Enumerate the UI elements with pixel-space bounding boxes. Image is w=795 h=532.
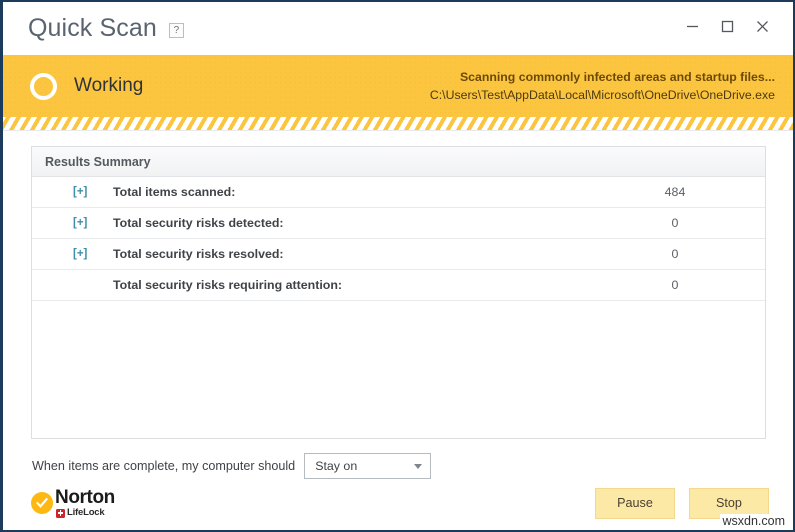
checkmark-icon [31,492,53,514]
row-label: Total security risks requiring attention… [113,278,343,292]
table-row[interactable]: [+] Total security risks resolved: 0 [32,239,765,270]
title-group: Quick Scan ? [3,16,184,41]
row-label: Total security risks detected: [113,216,284,230]
minimize-icon [687,25,698,27]
main-content: Results Summary [+] Total items scanned:… [3,131,793,479]
table-row[interactable]: [+] Total security risks detected: 0 [32,208,765,239]
scan-current-path: C:\Users\Test\AppData\Local\Microsoft\On… [429,88,775,102]
close-icon [757,20,768,32]
expand-toggle-risks-detected[interactable]: [+] [45,217,103,229]
expand-toggle-items-scanned[interactable]: [+] [45,186,103,198]
page-title: Quick Scan [28,14,157,42]
results-detail-area [32,301,765,438]
pause-button[interactable]: Pause [595,487,675,519]
caution-stripe-divider [3,117,793,131]
row-label: Total security risks resolved: [113,247,284,261]
row-value: 484 [664,185,686,199]
scan-headline: Scanning commonly infected areas and sta… [459,69,775,84]
status-group: Working [30,72,144,100]
logo-text-group: Norton LifeLock [55,488,115,518]
norton-lifelock-logo: Norton LifeLock [31,488,115,518]
completion-option-label: When items are complete, my computer sho… [32,459,296,473]
scan-status-banner: Working Scanning commonly infected areas… [3,55,793,117]
title-bar: Quick Scan ? [3,2,793,55]
row-value: 0 [671,216,679,230]
logo-sub-name: LifeLock [67,507,105,519]
completion-action-value: Stay on [315,459,358,473]
logo-sub-group: LifeLock [56,508,115,518]
working-spinner-icon [30,72,57,100]
logo-brand-name: Norton [55,487,115,509]
maximize-icon [721,20,734,32]
quick-scan-window: Quick Scan ? Working Scanning commonly i… [0,0,795,532]
results-summary-panel: Results Summary [+] Total items scanned:… [31,146,766,439]
results-summary-header: Results Summary [32,147,765,177]
expand-toggle-risks-resolved[interactable]: [+] [45,248,103,260]
table-row[interactable]: [+] Total items scanned: 484 [32,177,765,208]
window-controls [676,12,779,40]
footer-bar: Norton LifeLock Pause Stop [3,476,793,530]
minimize-button[interactable] [676,12,709,40]
help-button[interactable]: ? [168,23,184,38]
row-label: Total items scanned: [113,185,236,199]
chevron-down-icon [414,463,423,469]
results-summary-title: Results Summary [45,154,151,169]
scan-detail-group: Scanning commonly infected areas and sta… [430,69,775,103]
site-watermark: wsxdn.com [720,514,787,528]
maximize-button[interactable] [711,12,744,40]
row-value: 0 [671,247,679,261]
lifelock-cross-icon [56,508,65,518]
table-row: Total security risks requiring attention… [32,270,765,301]
status-badge: Working [74,75,144,96]
close-button[interactable] [746,12,779,40]
row-value: 0 [671,278,679,292]
